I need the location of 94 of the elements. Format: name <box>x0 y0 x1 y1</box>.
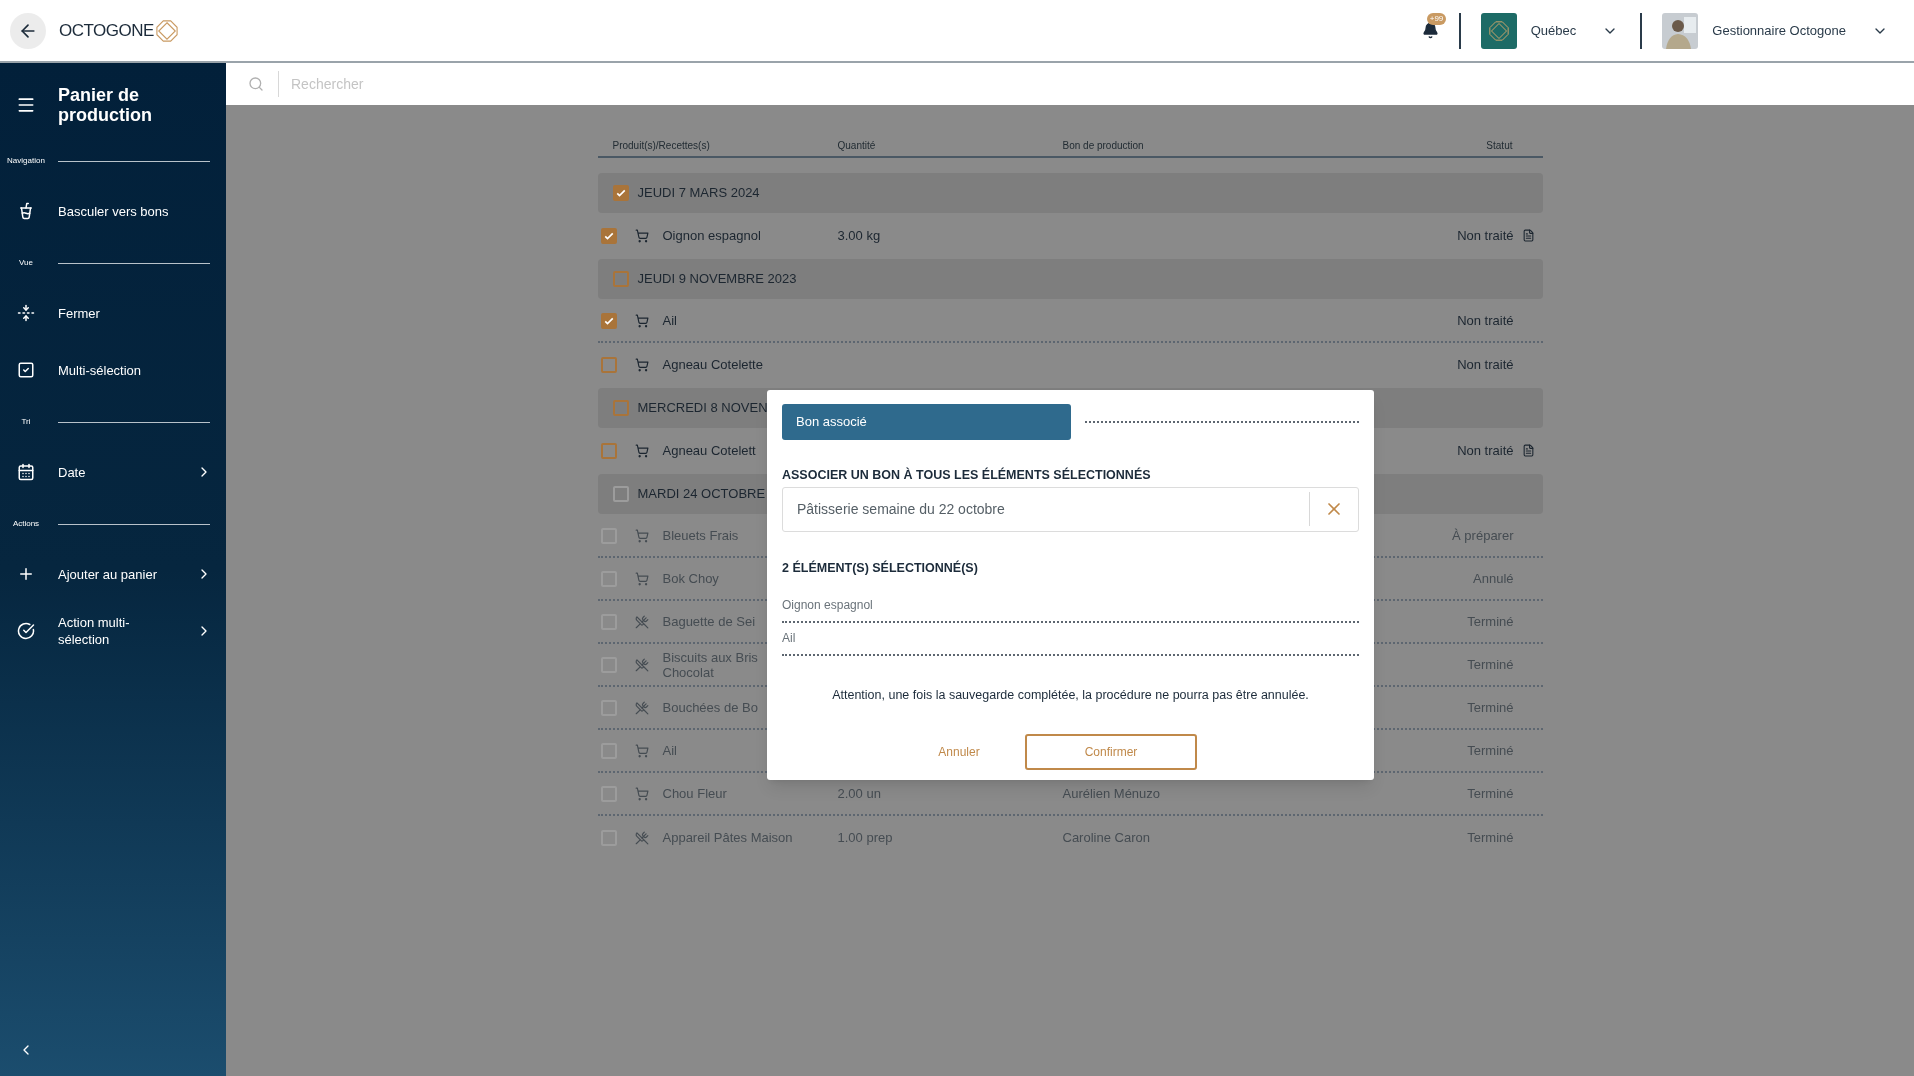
status: Non traité <box>1457 311 1514 330</box>
selected-item: Oignon espagnol <box>782 589 1359 623</box>
octagon-icon <box>1488 20 1509 41</box>
search-field[interactable]: Rechercher <box>226 63 1914 105</box>
product-name: Bok Choy <box>662 571 720 586</box>
product-name: Appareil Pâtes Maison <box>662 830 794 845</box>
date-label: MERCREDI 8 NOVEN <box>637 398 768 417</box>
back-button[interactable] <box>10 12 46 49</box>
product-name: Ail <box>662 743 678 758</box>
row-checkbox[interactable] <box>600 442 617 459</box>
warning-text: Attention, une fois la sauvegarde complétée, la procédure ne pourra pas être annulée. <box>831 686 1310 704</box>
group-checkbox[interactable] <box>612 270 629 287</box>
group-checkbox[interactable] <box>612 184 629 201</box>
selected-item: Ail <box>782 622 1359 656</box>
check-circle-icon <box>17 622 35 640</box>
sidebar-item[interactable]: Fermer <box>0 290 226 336</box>
avatar <box>1662 12 1699 49</box>
row-checkbox[interactable] <box>600 227 617 244</box>
column-header: Produit(s)/Recettes(s) <box>611 139 711 153</box>
sidebar-title: Panier de production <box>58 85 153 125</box>
voucher-field[interactable]: Pâtisserie semaine du 22 octobre <box>782 486 1359 532</box>
product-name: Baguette de Sei <box>662 614 757 629</box>
status: Non traité <box>1457 441 1514 460</box>
status: Annulé <box>1473 569 1514 588</box>
octagon-logo-icon <box>155 19 178 42</box>
column-header: Quantité <box>837 139 877 153</box>
search-icon <box>248 76 264 92</box>
section-label: Vue <box>18 257 34 269</box>
group-checkbox[interactable] <box>612 399 629 416</box>
utensils-icon <box>634 614 649 629</box>
checkbox-icon <box>17 361 35 379</box>
sidebar-item[interactable]: Date <box>0 449 226 495</box>
column-header: Statut <box>1486 139 1514 153</box>
cart-icon <box>634 571 649 586</box>
cart-icon <box>634 528 649 543</box>
product-name: Oignon espagnol <box>662 228 762 243</box>
product-name: Biscuits aux Bris Chocolat <box>662 649 759 680</box>
cart-icon <box>634 743 649 758</box>
product-name: Chou Fleur <box>662 786 728 801</box>
row-checkbox[interactable] <box>600 312 617 329</box>
plus-icon <box>17 565 35 583</box>
production-order: Caroline Caron <box>1062 828 1151 847</box>
cart-icon <box>634 228 649 243</box>
sidebar-item[interactable]: Ajouter au panier <box>0 551 226 597</box>
section-label: Actions <box>11 518 41 530</box>
bell-icon[interactable] <box>1421 22 1439 39</box>
quantity: 3.00 kg <box>837 226 882 245</box>
utensils-icon <box>634 830 649 845</box>
status: Terminé <box>1467 655 1514 674</box>
sidebar-item[interactable]: Multi-sélection <box>0 347 226 393</box>
utensils-icon <box>634 657 649 672</box>
notification-badge: +99 <box>1426 13 1447 25</box>
status: Terminé <box>1467 612 1514 631</box>
date-label: MARDI 24 OCTOBRE <box>637 484 766 503</box>
cart-icon <box>634 357 649 372</box>
section-label: Navigation <box>6 155 46 167</box>
menu-icon[interactable] <box>16 95 36 115</box>
cart-icon <box>634 313 649 328</box>
cart-icon <box>634 443 649 458</box>
date-label: JEUDI 7 MARS 2024 <box>637 183 760 202</box>
status: Terminé <box>1467 784 1514 803</box>
quantity: 1.00 prep <box>837 828 894 847</box>
column-header: Bon de production <box>1062 139 1145 153</box>
document-icon[interactable] <box>1521 444 1535 457</box>
status: Terminé <box>1467 828 1514 847</box>
product-name: Agneau Cotelette <box>662 357 764 372</box>
calendar-icon <box>17 463 35 481</box>
collapse-icon <box>17 304 35 322</box>
date-label: JEUDI 9 NOVEMBRE 2023 <box>637 269 797 288</box>
product-name: Ail <box>662 313 678 328</box>
user-dropdown[interactable]: Gestionnaire Octogone <box>1712 20 1888 41</box>
product-name: Bleuets Frais <box>662 528 740 543</box>
status: À préparer <box>1452 526 1514 545</box>
utensils-icon <box>634 700 649 715</box>
status: Non traité <box>1457 355 1514 374</box>
status: Terminé <box>1467 698 1514 717</box>
logo-text: OCTOGONE <box>59 19 154 42</box>
quantity: 2.00 un <box>837 784 882 803</box>
sidebar-item[interactable]: Action multi-sélection <box>0 608 226 654</box>
row-checkbox[interactable] <box>600 356 617 373</box>
status: Non traité <box>1457 226 1514 245</box>
production-order: Aurélien Ménuzo <box>1062 784 1162 803</box>
sidebar-item[interactable]: Basculer vers bons <box>0 188 226 234</box>
tab[interactable]: Bon associé <box>782 404 1071 440</box>
cup-icon <box>17 202 35 220</box>
status: Terminé <box>1467 741 1514 760</box>
product-name: Bouchées de Bo <box>662 700 759 715</box>
section-label: Tri <box>20 416 32 428</box>
product-name: Agneau Cotelett <box>662 443 757 458</box>
document-icon[interactable] <box>1521 229 1535 242</box>
field-label: ASSOCIER UN BON À TOUS LES ÉLÉMENTS SÉLECTIONNÉS <box>782 466 1152 484</box>
cart-icon <box>634 786 649 801</box>
location-dropdown[interactable]: Québec <box>1530 20 1619 41</box>
selection-title: 2 ÉLÉMENT(S) SÉLECTIONNÉ(S) <box>782 559 979 577</box>
